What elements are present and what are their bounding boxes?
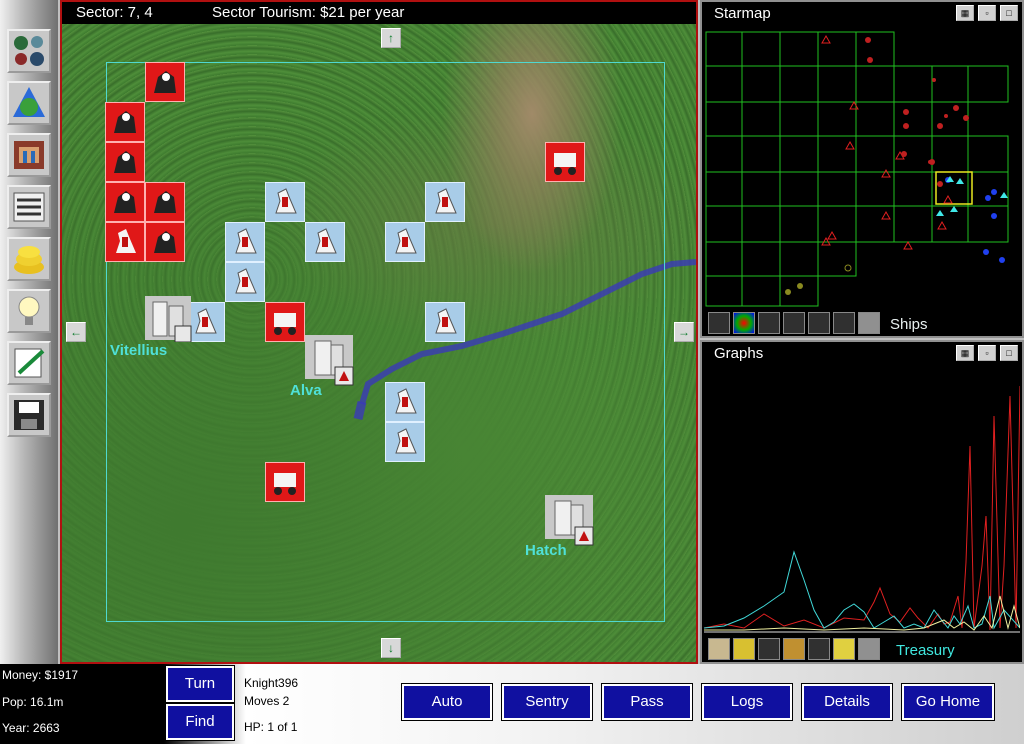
scroll-right-arrow-icon[interactable]: → bbox=[674, 322, 694, 342]
star-graph-icon[interactable] bbox=[833, 638, 855, 660]
treasury-graph bbox=[704, 366, 1020, 634]
blue-knight-unit[interactable] bbox=[425, 302, 465, 342]
map-window: Sector: 7, 4 Sector Tourism: $21 per yea… bbox=[60, 0, 698, 664]
unit-moves: Moves 2 bbox=[244, 694, 290, 708]
scroll-down-arrow-icon[interactable]: ↓ bbox=[381, 638, 401, 658]
sector-map[interactable]: Vitellius Alva Hatch ↑ ↓ ← → bbox=[62, 24, 696, 662]
city-label-vitellius: Vitellius bbox=[110, 342, 168, 359]
unit-name: Knight396 bbox=[244, 676, 299, 690]
sentry-button[interactable]: Sentry bbox=[501, 683, 593, 721]
graphs-title: Graphs bbox=[714, 345, 764, 362]
planets-icon[interactable] bbox=[7, 29, 51, 73]
blue-knight-unit[interactable] bbox=[385, 222, 425, 262]
starmap-title: Starmap bbox=[714, 5, 771, 22]
blue-knight-unit[interactable] bbox=[225, 222, 265, 262]
reports-icon[interactable] bbox=[7, 185, 51, 229]
minimize-window-icon[interactable]: ▫ bbox=[978, 345, 996, 361]
blue-knight-unit[interactable] bbox=[425, 182, 465, 222]
tile-window-icon[interactable]: ▦ bbox=[956, 5, 974, 21]
city-label-alva: Alva bbox=[290, 382, 322, 399]
tile-window-icon[interactable]: ▦ bbox=[956, 345, 974, 361]
military-graph-icon[interactable] bbox=[808, 638, 830, 660]
starmap-grid bbox=[704, 26, 1020, 308]
money-stat: Money: $1917 bbox=[2, 668, 79, 682]
city-vitellius[interactable] bbox=[145, 296, 195, 343]
map-title-bar: Sector: 7, 4 Sector Tourism: $21 per yea… bbox=[62, 2, 696, 24]
maximize-window-icon[interactable]: □ bbox=[1000, 5, 1018, 21]
minimize-window-icon[interactable]: ▫ bbox=[978, 5, 996, 21]
red-unit[interactable] bbox=[145, 222, 185, 262]
graph-metric-label: Treasury bbox=[896, 642, 955, 659]
year-stat: Year: 2663 bbox=[2, 721, 60, 735]
city-hatch[interactable] bbox=[545, 495, 595, 546]
sector-tourism-label: Sector Tourism: $21 per year bbox=[212, 4, 405, 21]
ships-graph-icon[interactable] bbox=[858, 638, 880, 660]
red-wagon-unit[interactable] bbox=[265, 462, 305, 502]
sector-label: Sector: 7, 4 bbox=[76, 4, 153, 21]
red-unit[interactable] bbox=[105, 182, 145, 222]
graphs-window: Graphs ▦ ▫ □ Treasury bbox=[700, 340, 1024, 664]
population-filter-icon[interactable] bbox=[783, 312, 805, 334]
treasury-graph-icon[interactable] bbox=[733, 638, 755, 660]
globe-icon[interactable] bbox=[7, 81, 51, 125]
research-icon[interactable] bbox=[7, 289, 51, 333]
blue-knight-unit[interactable] bbox=[385, 382, 425, 422]
city-label-hatch: Hatch bbox=[525, 542, 567, 559]
scroll-left-arrow-icon[interactable]: ← bbox=[66, 322, 86, 342]
starmap-layer-label: Ships bbox=[890, 316, 928, 333]
city-alva[interactable] bbox=[305, 335, 355, 386]
starmap-view[interactable] bbox=[704, 26, 1020, 308]
red-unit[interactable] bbox=[145, 62, 185, 102]
find-button[interactable]: Find bbox=[165, 703, 235, 741]
notes-icon[interactable] bbox=[7, 341, 51, 385]
blue-knight-unit[interactable] bbox=[305, 222, 345, 262]
go-home-button[interactable]: Go Home bbox=[901, 683, 995, 721]
red-knight-unit[interactable] bbox=[105, 222, 145, 262]
industry-filter-icon[interactable] bbox=[808, 312, 830, 334]
population-stat: Pop: 16.1m bbox=[2, 695, 64, 709]
population-graph-icon[interactable] bbox=[708, 638, 730, 660]
save-icon[interactable] bbox=[7, 393, 51, 437]
pass-button[interactable]: Pass bbox=[601, 683, 693, 721]
maximize-window-icon[interactable]: □ bbox=[1000, 345, 1018, 361]
auto-button[interactable]: Auto bbox=[401, 683, 493, 721]
treasury-icon[interactable] bbox=[7, 237, 51, 281]
industry-graph-icon[interactable] bbox=[758, 638, 780, 660]
research-filter-icon[interactable] bbox=[833, 312, 855, 334]
unit-hp: HP: 1 of 1 bbox=[244, 720, 298, 734]
red-wagon-unit[interactable] bbox=[265, 302, 305, 342]
red-wagon-unit[interactable] bbox=[545, 142, 585, 182]
turn-button[interactable]: Turn bbox=[165, 665, 235, 703]
tech-graph-icon[interactable] bbox=[783, 638, 805, 660]
blue-knight-unit[interactable] bbox=[265, 182, 305, 222]
starmap-title-bar: Starmap ▦ ▫ □ bbox=[702, 2, 1022, 26]
ships-filter-icon[interactable] bbox=[858, 312, 880, 334]
bottom-bar: Money: $1917 Pop: 16.1m Year: 2663 Turn … bbox=[0, 664, 1024, 744]
logs-button[interactable]: Logs bbox=[701, 683, 793, 721]
empire-filter-icon[interactable] bbox=[733, 312, 755, 334]
graphs-title-bar: Graphs ▦ ▫ □ bbox=[702, 342, 1022, 366]
starmap-window: Starmap ▦ ▫ □ Ships bbox=[700, 0, 1024, 338]
scroll-up-arrow-icon[interactable]: ↑ bbox=[381, 28, 401, 48]
tool-sidebar bbox=[0, 0, 58, 664]
red-unit[interactable] bbox=[105, 142, 145, 182]
blue-knight-unit[interactable] bbox=[225, 262, 265, 302]
graph-filter-icons bbox=[708, 638, 880, 660]
red-unit[interactable] bbox=[145, 182, 185, 222]
route-filter-icon[interactable] bbox=[758, 312, 780, 334]
red-unit[interactable] bbox=[105, 102, 145, 142]
asteroid-filter-icon[interactable] bbox=[708, 312, 730, 334]
details-button[interactable]: Details bbox=[801, 683, 893, 721]
city-icon[interactable] bbox=[7, 133, 51, 177]
starmap-filter-icons bbox=[708, 312, 880, 334]
blue-knight-unit[interactable] bbox=[385, 422, 425, 462]
